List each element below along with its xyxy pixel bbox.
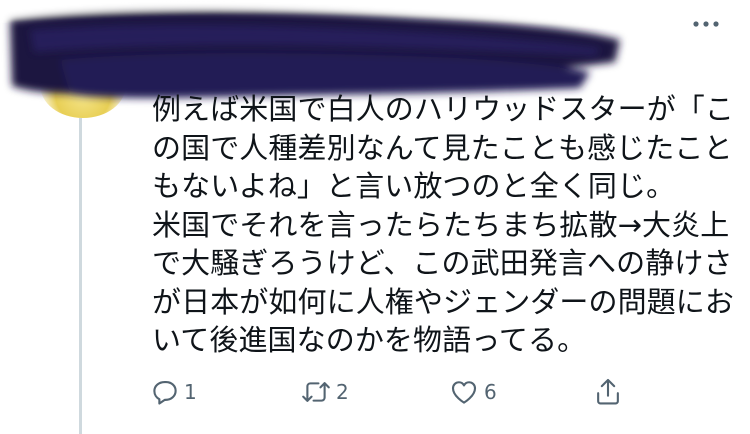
heart-icon xyxy=(451,381,477,404)
like-button[interactable]: 6 xyxy=(448,372,497,412)
tweet-line: で大騒ぎろうけど、この武田発言への静けさ xyxy=(152,246,733,280)
share-icon xyxy=(597,378,619,405)
tweet-line: いて後進国なのかを物語ってる。 xyxy=(152,323,587,357)
share-button[interactable] xyxy=(593,372,623,412)
more-icon xyxy=(693,21,719,27)
tweet-line: もないよね」と言い放つのと全く同じ。 xyxy=(152,169,676,203)
tweet-text: 例えば米国で白人のハリウッドスターが「こ の国で人種差別なんて見たことも感じたこ… xyxy=(152,90,735,360)
reply-icon xyxy=(153,380,177,405)
tweet-action-bar: 1 2 6 xyxy=(150,372,650,412)
tweet-line: が日本が如何に人権やジェンダーの問題にお xyxy=(152,284,735,319)
reply-count: 1 xyxy=(184,380,197,404)
thread-line xyxy=(79,118,82,434)
retweet-count: 2 xyxy=(336,380,349,404)
avatar[interactable] xyxy=(40,52,126,118)
reply-button[interactable]: 1 xyxy=(150,372,197,412)
like-count: 6 xyxy=(484,380,497,404)
tweet-line: 例えば米国で白人のハリウッドスターが「こ xyxy=(152,92,735,126)
more-options-button[interactable] xyxy=(686,10,726,38)
retweet-icon xyxy=(302,382,330,402)
retweet-button[interactable]: 2 xyxy=(300,372,349,412)
tweet-line: 米国でそれを言ったらたちまち拡散→大炎上 xyxy=(152,207,730,242)
tweet-line: の国で人種差別なんて見たことも感じたこと xyxy=(152,130,733,165)
